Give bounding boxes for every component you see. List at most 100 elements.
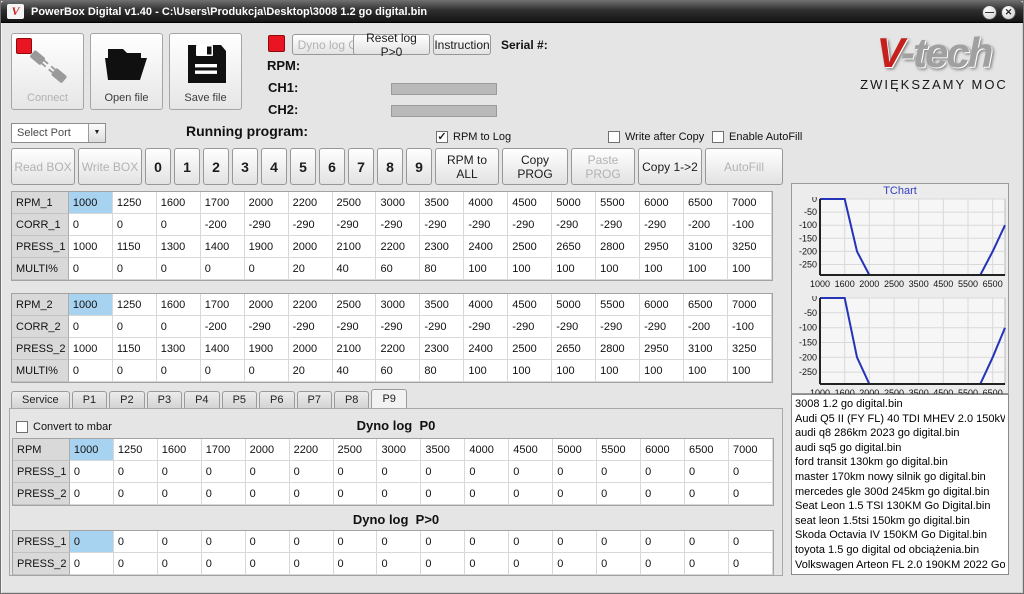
- table-cell[interactable]: -290: [289, 316, 333, 338]
- table-cell[interactable]: 0: [334, 483, 378, 505]
- table-cell[interactable]: 0: [202, 461, 246, 483]
- table-cell[interactable]: 0: [70, 553, 114, 575]
- table-cell[interactable]: 1900: [245, 236, 289, 258]
- file-list[interactable]: 3008 1.2 go digital.binAudi Q5 II (FY FL…: [791, 394, 1009, 575]
- table-cell[interactable]: 100: [640, 360, 684, 382]
- table-cell[interactable]: 0: [421, 483, 465, 505]
- table-cell[interactable]: 3000: [376, 294, 420, 316]
- table-cell[interactable]: 0: [641, 531, 685, 553]
- table-cell[interactable]: 100: [464, 258, 508, 280]
- table-cell[interactable]: 1700: [202, 439, 246, 461]
- table-cell[interactable]: 0: [202, 483, 246, 505]
- table-cell[interactable]: 100: [464, 360, 508, 382]
- table-cell[interactable]: 100: [728, 258, 772, 280]
- minimize-button[interactable]: —: [982, 5, 997, 20]
- table-cell[interactable]: 0: [509, 461, 553, 483]
- tab-p3[interactable]: P3: [147, 391, 182, 409]
- table-cell[interactable]: -200: [201, 214, 245, 236]
- table-cell[interactable]: 40: [333, 360, 377, 382]
- table-cell[interactable]: 3500: [420, 192, 464, 214]
- table-cell[interactable]: 0: [290, 553, 334, 575]
- rpm-to-all-button[interactable]: RPM to ALL: [435, 148, 499, 185]
- file-list-item[interactable]: mercedes gle 300d 245km go digital.bin: [795, 485, 1005, 500]
- table-cell[interactable]: 1000: [69, 192, 113, 214]
- table-cell[interactable]: 2950: [640, 236, 684, 258]
- ch1-field[interactable]: [391, 83, 497, 95]
- table-cell[interactable]: 3500: [421, 439, 465, 461]
- table-cell[interactable]: 1250: [113, 294, 157, 316]
- table-cell[interactable]: -290: [333, 214, 377, 236]
- table-cell[interactable]: -290: [508, 214, 552, 236]
- table-cell[interactable]: 2200: [376, 338, 420, 360]
- table-cell[interactable]: 0: [157, 214, 201, 236]
- digit-button-2[interactable]: 2: [203, 148, 229, 185]
- file-list-item[interactable]: Seat Leon 1.5 TSI 130KM Go Digital.bin: [795, 499, 1005, 514]
- write-box-button[interactable]: Write BOX: [78, 148, 142, 185]
- table-cell[interactable]: 0: [377, 461, 421, 483]
- table-cell[interactable]: 0: [465, 553, 509, 575]
- table-cell[interactable]: 2000: [245, 294, 289, 316]
- table-cell[interactable]: 0: [70, 483, 114, 505]
- table-cell[interactable]: 0: [114, 531, 158, 553]
- table-cell[interactable]: 0: [509, 483, 553, 505]
- table-cell[interactable]: 0: [113, 316, 157, 338]
- table-cell[interactable]: 0: [202, 531, 246, 553]
- table-cell[interactable]: 2300: [420, 236, 464, 258]
- table-cell[interactable]: 2800: [596, 338, 640, 360]
- table-cell[interactable]: 0: [421, 553, 465, 575]
- file-list-item[interactable]: audi q8 286km 2023 go digital.bin: [795, 426, 1005, 441]
- table-cell[interactable]: 3500: [420, 294, 464, 316]
- table-cell[interactable]: 0: [597, 553, 641, 575]
- table-cell[interactable]: 0: [70, 461, 114, 483]
- table-cell[interactable]: 0: [202, 553, 246, 575]
- ch2-field[interactable]: [391, 105, 497, 117]
- paste-prog-button[interactable]: Paste PROG: [571, 148, 635, 185]
- table-cell[interactable]: 100: [552, 258, 596, 280]
- table-cell[interactable]: 0: [113, 258, 157, 280]
- open-file-button[interactable]: Open file: [90, 33, 163, 110]
- table-cell[interactable]: 100: [640, 258, 684, 280]
- table-cell[interactable]: 0: [553, 553, 597, 575]
- table-cell[interactable]: 0: [641, 553, 685, 575]
- table-cell[interactable]: 0: [377, 553, 421, 575]
- table-cell[interactable]: 1000: [70, 439, 114, 461]
- table-cell[interactable]: -290: [640, 214, 684, 236]
- table-cell[interactable]: 0: [465, 531, 509, 553]
- table-cell[interactable]: 0: [729, 483, 773, 505]
- table-cell[interactable]: 2500: [508, 338, 552, 360]
- table-cell[interactable]: 0: [201, 258, 245, 280]
- table-cell[interactable]: 3250: [728, 236, 772, 258]
- tab-p4[interactable]: P4: [184, 391, 219, 409]
- digit-button-7[interactable]: 7: [348, 148, 374, 185]
- table-cell[interactable]: 4000: [465, 439, 509, 461]
- table-cell[interactable]: 5000: [552, 294, 596, 316]
- table-cell[interactable]: 1250: [113, 192, 157, 214]
- table-cell[interactable]: 7000: [729, 439, 773, 461]
- table-cell[interactable]: 2000: [289, 338, 333, 360]
- table-cell[interactable]: 0: [290, 483, 334, 505]
- file-list-item[interactable]: seat leon 1.5tsi 150km go digital.bin: [795, 514, 1005, 529]
- instruction-button[interactable]: Instruction: [433, 34, 491, 55]
- table-cell[interactable]: 6500: [685, 439, 729, 461]
- close-button[interactable]: ✕: [1001, 5, 1016, 20]
- autofill-button[interactable]: AutoFill: [705, 148, 783, 185]
- table-cell[interactable]: 0: [377, 531, 421, 553]
- digit-button-0[interactable]: 0: [145, 148, 171, 185]
- table-cell[interactable]: 0: [70, 531, 114, 553]
- table-cell[interactable]: -290: [640, 316, 684, 338]
- table-cell[interactable]: 1150: [113, 338, 157, 360]
- table-cell[interactable]: 5500: [597, 439, 641, 461]
- table-cell[interactable]: 0: [553, 483, 597, 505]
- table-cell[interactable]: 2000: [245, 192, 289, 214]
- table-cell[interactable]: 60: [376, 258, 420, 280]
- table-cell[interactable]: -290: [596, 316, 640, 338]
- table-cell[interactable]: -290: [245, 214, 289, 236]
- digit-button-5[interactable]: 5: [290, 148, 316, 185]
- table-cell[interactable]: 0: [509, 531, 553, 553]
- table-cell[interactable]: 3100: [684, 236, 728, 258]
- table-cell[interactable]: 2950: [640, 338, 684, 360]
- table-cell[interactable]: 3000: [376, 192, 420, 214]
- table-cell[interactable]: 0: [201, 360, 245, 382]
- table-cell[interactable]: 0: [246, 553, 290, 575]
- table-cell[interactable]: 3250: [728, 338, 772, 360]
